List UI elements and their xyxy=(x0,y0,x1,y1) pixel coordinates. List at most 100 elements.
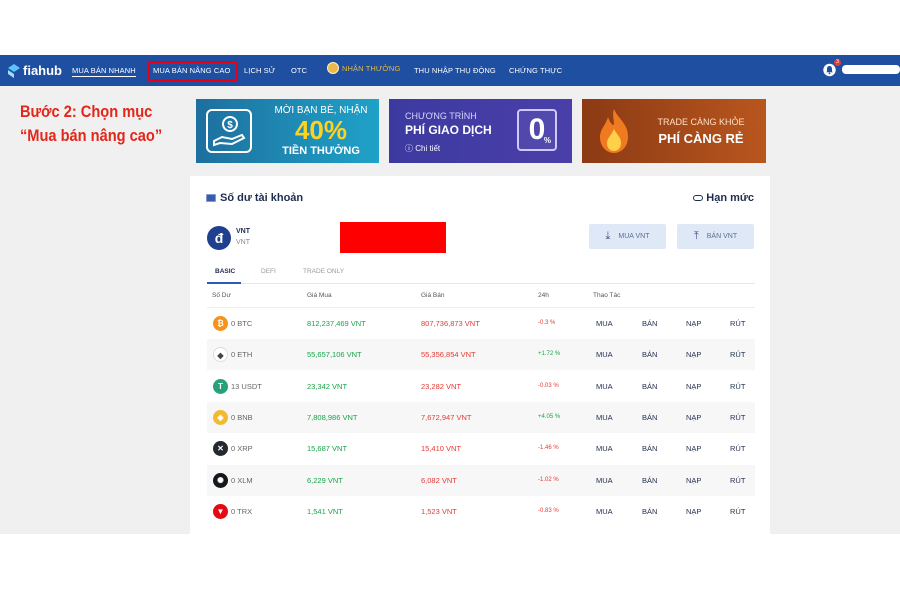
buy-action[interactable]: MUA xyxy=(596,413,613,422)
sell-price: 6,082 VNT xyxy=(421,475,457,485)
info-icon: ⓘ xyxy=(405,144,416,153)
buy-action[interactable]: MUA xyxy=(596,382,613,391)
table-row: ✺ 0 XLM 6,229 VNT 6,082 VNT -1.02 % MUA BÁN NẠP… xyxy=(207,464,755,496)
deposit-action[interactable]: NẠP xyxy=(686,507,701,516)
nav-quick-trade[interactable]: MUA BÁN NHANH xyxy=(72,66,136,77)
vnt-currency-icon: đ xyxy=(207,226,231,250)
withdraw-action[interactable]: RÚT xyxy=(730,350,745,359)
coin-balance: 0 XLM xyxy=(231,475,253,485)
fee-banner-details-label: Chi tiết xyxy=(415,144,441,153)
nav-history[interactable]: LỊCH SỬ xyxy=(244,66,275,75)
coin-balance: 0 BNB xyxy=(231,412,253,422)
sell-action[interactable]: BÁN xyxy=(642,444,657,453)
sell-action[interactable]: BÁN xyxy=(642,350,657,359)
sell-action[interactable]: BÁN xyxy=(642,319,657,328)
buy-action[interactable]: MUA xyxy=(596,507,613,516)
limit-icon xyxy=(693,195,704,201)
deposit-action[interactable]: NẠP xyxy=(686,382,701,391)
balance-redacted xyxy=(340,222,446,253)
header-24h: 24h xyxy=(538,292,549,299)
withdraw-action[interactable]: RÚT xyxy=(730,382,745,391)
nav-rewards[interactable]: NHẬN THƯỞNG xyxy=(327,61,401,74)
table-row: ✕ 0 XRP 15,687 VNT 15,410 VNT -1.46 % MUA BÁN N… xyxy=(207,433,755,464)
sell-vnt-button[interactable]: ⤒ BÁN VNT xyxy=(677,224,754,249)
sell-price: 23,282 VNT xyxy=(421,381,462,391)
deposit-action[interactable]: NẠP xyxy=(686,350,701,359)
withdraw-action[interactable]: RÚT xyxy=(730,476,745,485)
account-balance-panel: Số dư tài khoản Hạn mức đ VNT VNT ⤓ MUA V… xyxy=(190,176,770,534)
table-row: T 13 USDT 23,342 VNT 23,282 VNT -0.03 % MUA BÁ… xyxy=(207,371,755,402)
coin-balance: 0 XRP xyxy=(231,444,253,454)
annotation-highlight-box xyxy=(148,61,238,81)
sell-price: 7,672,947 VNT xyxy=(421,412,472,422)
coin-balance: 0 ETH xyxy=(231,350,253,360)
eth-icon: ◆ xyxy=(213,347,228,363)
svg-text:$: $ xyxy=(227,120,233,131)
flame-icon xyxy=(600,109,628,153)
change-24h: +4.05 % xyxy=(538,413,561,420)
notification-badge: 3 xyxy=(834,59,841,66)
deposit-action[interactable]: NẠP xyxy=(686,444,701,453)
limit-link[interactable]: Hạn mức xyxy=(693,192,754,204)
trx-icon: ▼ xyxy=(213,503,228,519)
deposit-action[interactable]: NẠP xyxy=(686,413,701,422)
sell-action[interactable]: BÁN xyxy=(642,382,657,391)
buy-action[interactable]: MUA xyxy=(596,319,613,328)
fiahub-logo[interactable]: fiahub xyxy=(8,63,62,78)
withdraw-action[interactable]: RÚT xyxy=(730,319,745,328)
nav-passive-income[interactable]: THU NHẬP THỤ ĐỘNG xyxy=(414,66,496,75)
coin-balance: 13 USDT xyxy=(231,381,262,391)
deposit-action[interactable]: NẠP xyxy=(686,319,701,328)
nav-verification[interactable]: CHỨNG THỰC xyxy=(509,66,562,75)
username-redacted[interactable] xyxy=(842,65,900,74)
xlm-icon: ✺ xyxy=(213,472,228,488)
buy-action[interactable]: MUA xyxy=(596,476,613,485)
buy-price: 6,229 VNT xyxy=(307,475,343,485)
step-note-line1: Bước 2: Chọn mục xyxy=(20,102,153,121)
table-row: ◆ 0 ETH 55,657,106 VNT 55,356,854 VNT +1.72 … xyxy=(207,339,755,371)
vnt-name: VNT xyxy=(236,228,250,235)
coin-balance: 0 TRX xyxy=(231,506,253,516)
sell-action[interactable]: BÁN xyxy=(642,476,657,485)
download-icon: ⤓ xyxy=(605,230,611,242)
sell-action[interactable]: BÁN xyxy=(642,507,657,516)
trade-fee-banner[interactable]: TRADE CÀNG KHỎE PHÍ CÀNG RẺ xyxy=(582,99,766,163)
tab-trade-only[interactable]: TRADE ONLY xyxy=(303,268,344,275)
table-row: ▼ 0 TRX 1,541 VNT 1,523 VNT -0.83 % MUA BÁN NẠP… xyxy=(207,496,755,527)
coin-balance: 0 BTC xyxy=(231,319,253,328)
table-row: ◈ 0 BNB 7,808,986 VNT 7,672,947 VNT +4.05 % M… xyxy=(207,401,755,433)
buy-price: 55,657,106 VNT xyxy=(307,350,362,360)
header-actions: Thao Tác xyxy=(593,292,621,299)
buy-action[interactable]: MUA xyxy=(596,444,613,453)
table-row: ₿ 0 BTC 812,237,469 VNT 807,736,873 VNT -0.3… xyxy=(207,308,755,339)
deposit-action[interactable]: NẠP xyxy=(686,476,701,485)
logo-text: fiahub xyxy=(23,63,62,78)
referral-banner-percent: 40% xyxy=(294,115,348,145)
notification-bell-icon[interactable] xyxy=(823,63,836,77)
wallet-icon xyxy=(206,194,216,202)
change-24h: +1.72 % xyxy=(538,351,561,358)
sell-action[interactable]: BÁN xyxy=(642,413,657,422)
nav-rewards-label: NHẬN THƯỞNG xyxy=(342,64,401,73)
fee-banner-line2: PHÍ GIAO DỊCH xyxy=(405,123,492,137)
header-balance: Số Dư xyxy=(212,292,231,299)
change-24h: -0.83 % xyxy=(538,507,559,514)
tab-basic[interactable]: BASIC xyxy=(215,268,235,275)
buy-action[interactable]: MUA xyxy=(596,350,613,359)
bnb-icon: ◈ xyxy=(213,409,228,425)
balance-title-text: Số dư tài khoản xyxy=(220,192,304,204)
withdraw-action[interactable]: RÚT xyxy=(730,413,745,422)
nav-otc[interactable]: OTC xyxy=(291,66,307,75)
tab-defi[interactable]: DEFI xyxy=(261,268,276,275)
change-24h: -0.03 % xyxy=(538,382,559,389)
referral-banner[interactable]: $ MỜI BẠN BÈ, NHẬN 40% TIỀN THƯỞNG xyxy=(196,99,379,163)
buy-vnt-button[interactable]: ⤓ MUA VNT xyxy=(589,224,666,249)
withdraw-action[interactable]: RÚT xyxy=(730,507,745,516)
buy-price: 23,342 VNT xyxy=(307,381,348,391)
fee-program-banner[interactable]: CHƯƠNG TRÌNH PHÍ GIAO DỊCH ⓘ Chi tiết 0% xyxy=(389,99,572,163)
buy-price: 1,541 VNT xyxy=(307,506,343,516)
sell-price: 807,736,873 VNT xyxy=(421,319,480,328)
fee-banner-details[interactable]: ⓘ Chi tiết xyxy=(405,143,440,154)
step-note-line2: “Mua bán nâng cao” xyxy=(20,126,163,145)
withdraw-action[interactable]: RÚT xyxy=(730,444,745,453)
